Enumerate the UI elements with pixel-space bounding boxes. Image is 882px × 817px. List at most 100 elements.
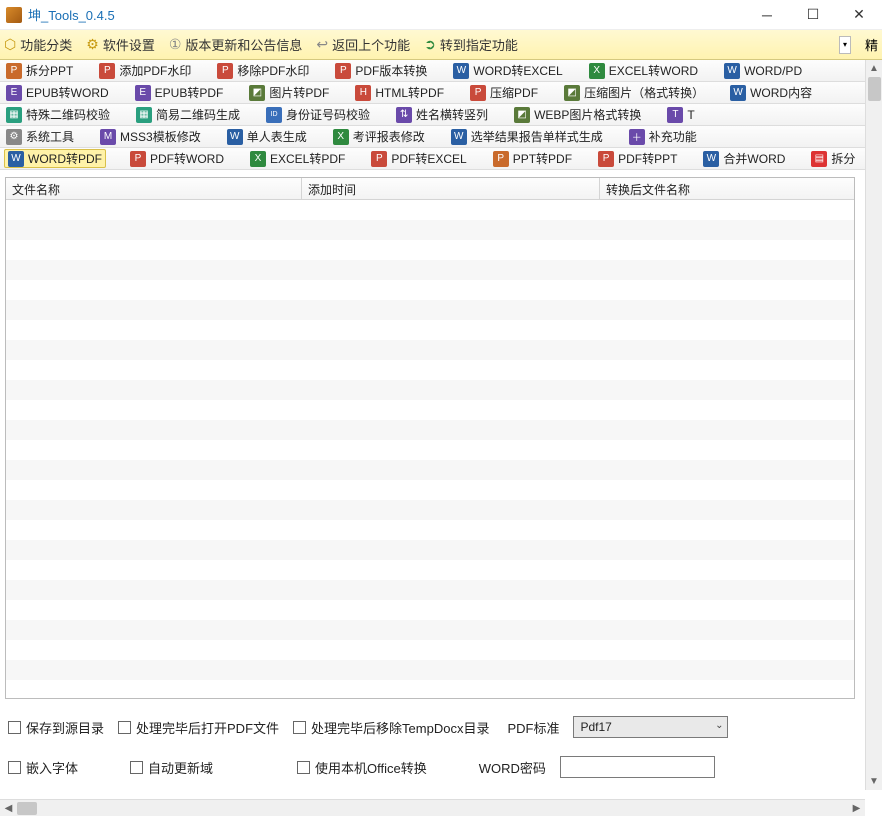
- toolbar-button[interactable]: EEPUB转PDF: [133, 84, 226, 101]
- table-row[interactable]: [6, 480, 854, 500]
- toolbar-button[interactable]: EEPUB转WORD: [4, 84, 111, 101]
- chk-use-local-office[interactable]: 使用本机Office转换: [297, 758, 427, 777]
- toolbar-button[interactable]: WWORD转PDF: [4, 149, 106, 168]
- chk-open-after[interactable]: 处理完毕后打开PDF文件: [118, 718, 279, 737]
- table-row[interactable]: [6, 520, 854, 540]
- menu-back[interactable]: ↩ 返回上个功能: [316, 35, 410, 54]
- toolbar-button-label: 移除PDF水印: [237, 62, 309, 79]
- checkbox-icon: [8, 761, 21, 774]
- minimize-button[interactable]: ─: [744, 0, 790, 30]
- table-row[interactable]: [6, 400, 854, 420]
- table-cell: [6, 640, 302, 660]
- chk-auto-update-field[interactable]: 自动更新域: [130, 758, 213, 777]
- table-row[interactable]: [6, 360, 854, 380]
- table-row[interactable]: [6, 500, 854, 520]
- window-buttons: ─ ☐ ✕: [744, 0, 882, 30]
- toolbar-button[interactable]: ＋补充功能: [627, 128, 699, 145]
- chk-remove-temp[interactable]: 处理完毕后移除TempDocx目录: [293, 718, 489, 737]
- toolbar-button[interactable]: W选举结果报告单样式生成: [449, 128, 605, 145]
- scroll-thumb[interactable]: [868, 77, 881, 101]
- horizontal-scrollbar[interactable]: ◀ ▶: [0, 799, 865, 816]
- table-row[interactable]: [6, 320, 854, 340]
- scroll-up-icon[interactable]: ▲: [866, 60, 882, 77]
- toolbar-button[interactable]: MMSS3模板修改: [98, 128, 203, 145]
- table-row[interactable]: [6, 340, 854, 360]
- pdf-standard-combo[interactable]: Pdf17 ⌄: [573, 716, 728, 738]
- toolbar-button[interactable]: ▦特殊二维码校验: [4, 106, 112, 123]
- table-row[interactable]: [6, 420, 854, 440]
- col-filename[interactable]: 文件名称: [6, 178, 302, 199]
- toolbar-button[interactable]: WWORD/PD: [722, 63, 804, 79]
- app-icon: [6, 7, 22, 23]
- table-row[interactable]: [6, 220, 854, 240]
- table-cell: [302, 400, 600, 420]
- table-row[interactable]: [6, 680, 854, 698]
- menu-label: 版本更新和公告信息: [185, 35, 302, 54]
- table-row[interactable]: [6, 540, 854, 560]
- toolbar-button[interactable]: ◩压缩图片（格式转换）: [562, 84, 706, 101]
- table-row[interactable]: [6, 460, 854, 480]
- toolbar-button[interactable]: PPDF版本转换: [333, 62, 429, 79]
- toolbar-button[interactable]: XEXCEL转WORD: [587, 62, 700, 79]
- toolbar-button[interactable]: X考评报表修改: [331, 128, 427, 145]
- toolbar-button[interactable]: ID身份证号码校验: [264, 106, 372, 123]
- table-cell: [302, 240, 600, 260]
- toolbar-button[interactable]: PPDF转EXCEL: [369, 150, 468, 167]
- chk-embed-font[interactable]: 嵌入字体: [8, 758, 78, 777]
- table-row[interactable]: [6, 560, 854, 580]
- col-addtime[interactable]: 添加时间: [302, 178, 600, 199]
- toolbar-button[interactable]: ⚙系统工具: [4, 128, 76, 145]
- toolbar-button[interactable]: WWORD转EXCEL: [451, 62, 564, 79]
- toolbar-button[interactable]: ⇅姓名横转竖列: [394, 106, 490, 123]
- table-row[interactable]: [6, 300, 854, 320]
- toolbar-button[interactable]: ▦简易二维码生成: [134, 106, 242, 123]
- maximize-button[interactable]: ☐: [790, 0, 836, 30]
- table-row[interactable]: [6, 280, 854, 300]
- toolbar-button[interactable]: P移除PDF水印: [215, 62, 311, 79]
- toolbar-button[interactable]: ◩WEBP图片格式转换: [512, 106, 643, 123]
- table-row[interactable]: [6, 240, 854, 260]
- toolbar-button[interactable]: PPPT转PDF: [491, 150, 574, 167]
- toolbar-button[interactable]: PPDF转PPT: [596, 150, 679, 167]
- table-row[interactable]: [6, 200, 854, 220]
- table-cell: [6, 320, 302, 340]
- scroll-left-icon[interactable]: ◀: [0, 800, 17, 817]
- menu-settings[interactable]: ⚙ 软件设置: [86, 35, 155, 54]
- table-row[interactable]: [6, 580, 854, 600]
- table-row[interactable]: [6, 440, 854, 460]
- toolbar-button[interactable]: W合并WORD: [701, 150, 787, 167]
- toolbar-button[interactable]: P添加PDF水印: [97, 62, 193, 79]
- menu-goto[interactable]: ➲ 转到指定功能: [424, 35, 518, 54]
- menu-category[interactable]: ⬡ 功能分类: [4, 35, 72, 54]
- toolbar-button[interactable]: P拆分PPT: [4, 62, 75, 79]
- scroll-down-icon[interactable]: ▼: [866, 773, 882, 790]
- toolbar-button[interactable]: PPDF转WORD: [128, 150, 226, 167]
- toolbar-button[interactable]: ◩图片转PDF: [247, 84, 331, 101]
- table-row[interactable]: [6, 260, 854, 280]
- menu-right-label[interactable]: 精: [865, 35, 878, 54]
- table-body[interactable]: [6, 200, 854, 698]
- col-outputname[interactable]: 转换后文件名称: [600, 178, 854, 199]
- menu-update[interactable]: ① 版本更新和公告信息: [169, 35, 303, 54]
- table-row[interactable]: [6, 600, 854, 620]
- close-button[interactable]: ✕: [836, 0, 882, 30]
- table-row[interactable]: [6, 380, 854, 400]
- table-row[interactable]: [6, 660, 854, 680]
- toolbar-button[interactable]: HHTML转PDF: [353, 84, 446, 101]
- table-row[interactable]: [6, 620, 854, 640]
- toolbar-button-label: PDF转EXCEL: [391, 150, 466, 167]
- toolbar-button[interactable]: TT: [665, 107, 696, 123]
- chk-save-to-src[interactable]: 保存到源目录: [8, 718, 104, 737]
- table-row[interactable]: [6, 640, 854, 660]
- toolbar-button[interactable]: WWORD内容: [728, 84, 814, 101]
- scroll-thumb[interactable]: [17, 802, 37, 815]
- table-cell: [302, 500, 600, 520]
- toolbar-button[interactable]: XEXCEL转PDF: [248, 150, 347, 167]
- word-password-input[interactable]: [560, 756, 715, 778]
- toolbar-button[interactable]: ▤拆分: [809, 150, 857, 167]
- toolbar-button[interactable]: P压缩PDF: [468, 84, 540, 101]
- scroll-right-icon[interactable]: ▶: [848, 800, 865, 817]
- small-dropdown[interactable]: ▾: [839, 36, 851, 54]
- vertical-scrollbar[interactable]: ▲ ▼: [865, 60, 882, 790]
- toolbar-button[interactable]: W单人表生成: [225, 128, 309, 145]
